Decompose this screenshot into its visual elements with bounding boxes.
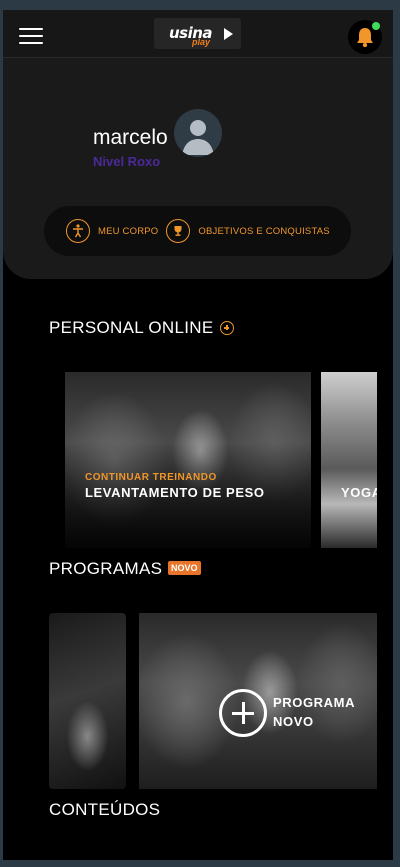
notification-dot [372, 22, 380, 30]
programas-title: PROGRAMAS [49, 559, 163, 578]
add-personal-icon[interactable] [220, 321, 234, 335]
user-name: marcelo [93, 126, 168, 149]
user-avatar-icon [182, 120, 214, 155]
program-card[interactable] [49, 613, 126, 789]
objetivos-label: OBJETIVOS E CONQUISTAS [198, 225, 330, 237]
usina-play-logo[interactable]: usina play [154, 18, 241, 49]
card-title: YOGA [341, 485, 377, 500]
user-level: Nivel Roxo [93, 154, 161, 169]
play-arrow-icon [224, 28, 233, 40]
avatar[interactable] [174, 109, 222, 157]
trophy-icon [166, 219, 191, 243]
quick-links: MEU CORPO OBJETIVOS E CONQUISTAS [44, 206, 351, 256]
meu-corpo-label: MEU CORPO [98, 225, 159, 237]
new-program-card[interactable]: PROGRAMA NOVO [139, 613, 377, 789]
top-bar: usina play [3, 10, 393, 58]
meu-corpo-link[interactable]: MEU CORPO [66, 219, 158, 243]
conteudos-title: CONTEÚDOS [49, 800, 161, 819]
notifications-button[interactable] [348, 20, 382, 54]
body-icon [66, 219, 90, 243]
workout-card-yoga[interactable]: YOGA [321, 372, 377, 548]
add-program-icon [219, 689, 267, 737]
novo-badge: NOVO [168, 561, 201, 575]
objetivos-link[interactable]: OBJETIVOS E CONQUISTAS [166, 219, 330, 243]
profile-card: marcelo Nivel Roxo MEU CORPO OBJETIVOS E… [3, 58, 393, 279]
personal-online-title: PERSONAL ONLINE [49, 318, 214, 337]
card-kicker: CONTINUAR TREINANDO [85, 472, 217, 483]
card-title: LEVANTAMENTO DE PESO [85, 485, 265, 500]
logo-sub: play [192, 37, 211, 47]
hamburger-menu-icon[interactable] [19, 28, 43, 44]
app-screen: usina play marcelo Nivel Roxo MEU CORPO … [3, 10, 393, 860]
new-program-label: PROGRAMA NOVO [273, 695, 355, 729]
bell-icon [357, 28, 373, 48]
workout-card-levantamento[interactable]: CONTINUAR TREINANDO LEVANTAMENTO DE PESO [65, 372, 311, 548]
